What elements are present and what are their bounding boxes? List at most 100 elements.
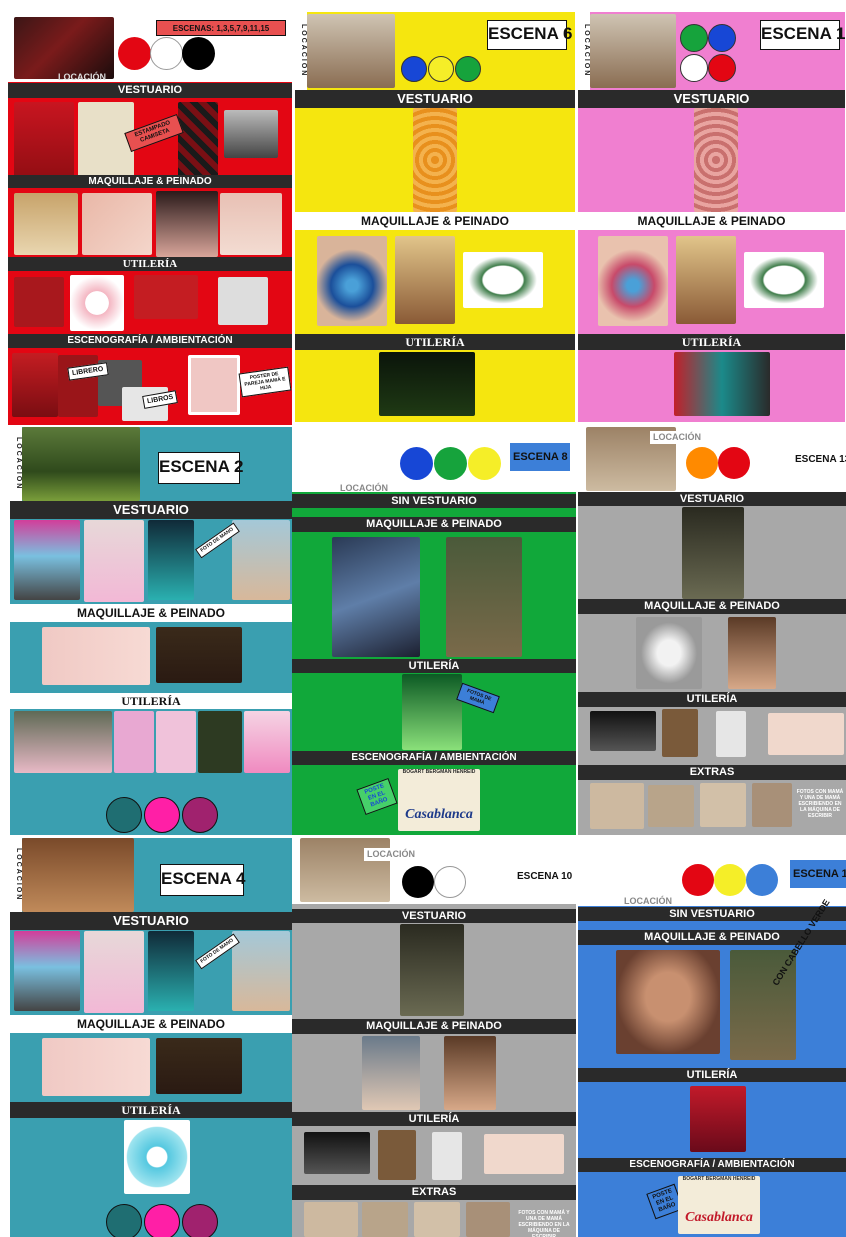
maquillaje-photo-4 bbox=[220, 193, 282, 255]
poster-top-text: BOGART BERGMAN HENREID bbox=[682, 1176, 756, 1182]
poster-title: Casablanca bbox=[405, 807, 473, 822]
utileria-photo-1 bbox=[14, 277, 64, 327]
vestuario-photo-2 bbox=[78, 102, 134, 184]
swatch-red bbox=[708, 54, 736, 82]
swatch-red bbox=[118, 37, 151, 70]
vestuario-photo-2 bbox=[84, 520, 144, 602]
section-utileria: UTILERÍA bbox=[578, 1068, 846, 1082]
section-extras: EXTRAS bbox=[292, 1185, 576, 1200]
swatch-blue bbox=[746, 864, 778, 896]
swatch-red bbox=[718, 447, 750, 479]
section-utileria: UTILERÍA bbox=[578, 692, 846, 707]
extras-note: FOTOS CON MAMÁ Y UNA DE MAMÁ ESCRIBIENDO… bbox=[518, 1210, 570, 1237]
location-photo bbox=[22, 838, 134, 912]
maquillaje-photo-2 bbox=[446, 537, 522, 657]
poster-top-text: BOGART BERGMAN HENREID bbox=[402, 769, 476, 775]
maquillaje-photo-3 bbox=[156, 191, 218, 257]
maquillaje-photo-1 bbox=[317, 236, 387, 326]
maquillaje-photo-1 bbox=[598, 236, 668, 326]
utileria-photo bbox=[674, 352, 770, 416]
maquillaje-photo-2 bbox=[395, 236, 455, 324]
utileria-photo-1 bbox=[590, 711, 656, 751]
sticker-poste-bano: POSTE EN EL BAÑO bbox=[356, 777, 398, 816]
maquillaje-photo-1 bbox=[42, 1038, 150, 1096]
vestuario-photo bbox=[413, 108, 457, 212]
scene-panel-1: LOCACIÓN ESCENAS: 1,3,5,7,9,11,15 VESTUA… bbox=[8, 15, 292, 425]
swatch-plum bbox=[182, 797, 218, 833]
extras-photo-2 bbox=[362, 1202, 408, 1237]
utileria-photo-2 bbox=[662, 709, 698, 757]
section-escenografia: ESCENOGRAFÍA / AMBIENTACIÓN bbox=[8, 334, 292, 348]
section-sin-vestuario: SIN VESTUARIO bbox=[578, 907, 846, 921]
vestuario-photo bbox=[694, 108, 738, 212]
extras-photo-4 bbox=[752, 783, 792, 827]
section-vestuario: VESTUARIO bbox=[8, 83, 292, 98]
location-label: LOCACIÓN bbox=[624, 896, 672, 906]
swatch-orange bbox=[686, 447, 718, 479]
maquillaje-photo-2 bbox=[444, 1036, 496, 1110]
sticker-fotos-mama: FOTOS DE MAMÁ bbox=[456, 682, 500, 714]
escenografia-photo-1 bbox=[12, 353, 58, 417]
swatch-blue bbox=[400, 447, 433, 480]
section-maquillaje: MAQUILLAJE & PEINADO bbox=[292, 517, 576, 532]
swatch-black bbox=[182, 37, 215, 70]
swatch-dark-teal bbox=[106, 1204, 142, 1237]
scene-title: ESCENA 13 bbox=[792, 451, 846, 469]
extras-photo-3 bbox=[414, 1202, 460, 1237]
section-maquillaje: MAQUILLAJE & PEINADO bbox=[8, 175, 292, 188]
section-utileria: UTILERÍA bbox=[295, 334, 575, 350]
location-label: LOCACIÓN bbox=[650, 431, 704, 444]
utileria-photo bbox=[402, 674, 462, 750]
swatch-green bbox=[680, 24, 708, 52]
scene-title: ESCENA 8 bbox=[510, 443, 570, 471]
swatch-blue bbox=[401, 56, 427, 82]
location-vertical-label: LOCACIÓN bbox=[578, 12, 590, 90]
swatch-magenta bbox=[144, 797, 180, 833]
utileria-photo-4 bbox=[484, 1134, 564, 1174]
location-vertical-label: LOCACIÓN bbox=[10, 427, 22, 501]
maquillaje-photo-2 bbox=[156, 1038, 242, 1094]
section-vestuario: VESTUARIO bbox=[10, 501, 292, 519]
section-escenografia: ESCENOGRAFÍA / AMBIENTACIÓN bbox=[578, 1158, 846, 1172]
section-extras: EXTRAS bbox=[578, 765, 846, 780]
section-escenografia: ESCENOGRAFÍA / AMBIENTACIÓN bbox=[292, 751, 576, 765]
maquillaje-photo-3 bbox=[744, 252, 824, 308]
maquillaje-photo-2 bbox=[82, 193, 152, 255]
vestuario-photo bbox=[682, 507, 744, 599]
vestuario-photo bbox=[400, 924, 464, 1016]
maquillaje-photo-2 bbox=[728, 617, 776, 689]
utileria-photo-1 bbox=[304, 1132, 370, 1174]
location-label: LOCACIÓN bbox=[340, 483, 388, 493]
swatch-white bbox=[150, 37, 183, 70]
utileria-photo bbox=[690, 1086, 746, 1152]
section-maquillaje: MAQUILLAJE & PEINADO bbox=[295, 212, 575, 230]
section-utileria: UTILERÍA bbox=[10, 693, 292, 709]
vestuario-photo-4 bbox=[232, 520, 290, 600]
extras-photo-1 bbox=[590, 783, 644, 829]
swatch-plum bbox=[182, 1204, 218, 1237]
swatch-green bbox=[455, 56, 481, 82]
vestuario-photo-1 bbox=[14, 931, 80, 1011]
extras-photo-1 bbox=[304, 1202, 358, 1237]
section-maquillaje: MAQUILLAJE & PEINADO bbox=[10, 1015, 292, 1033]
extras-photo-2 bbox=[648, 785, 694, 827]
scene-title: ESCENA 10 bbox=[514, 868, 572, 886]
maquillaje-photo-1 bbox=[616, 950, 720, 1054]
utileria-photo-2 bbox=[114, 711, 154, 773]
section-vestuario: VESTUARIO bbox=[578, 90, 845, 108]
scene-panel-6: LOCACIÓN ESCENA 6 VESTUARIO MAQUILLAJE &… bbox=[295, 12, 575, 422]
scene-panel-14: LOCACIÓN ESCENA 14 SIN VESTUARIO MAQUILL… bbox=[578, 838, 846, 1237]
swatch-white bbox=[434, 866, 466, 898]
extras-note: FOTOS CON MAMÁ Y UNA DE MAMÁ ESCRIBIENDO… bbox=[796, 789, 844, 819]
location-vertical-label: LOCACIÓN bbox=[295, 12, 307, 90]
maquillaje-photo-2 bbox=[156, 627, 242, 683]
location-label: LOCACIÓN bbox=[364, 848, 418, 861]
poster-title: Casablanca bbox=[685, 1210, 753, 1225]
scene-panel-12: LOCACIÓN ESCENA 12 VESTUARIO MAQUILLAJE … bbox=[578, 12, 845, 422]
section-utileria: UTILERÍA bbox=[578, 334, 845, 350]
utileria-photo-2 bbox=[70, 275, 124, 331]
section-vestuario: VESTUARIO bbox=[578, 492, 846, 506]
extras-photo-3 bbox=[700, 783, 746, 827]
maquillaje-photo-1 bbox=[636, 617, 702, 689]
section-utileria: UTILERÍA bbox=[292, 659, 576, 673]
